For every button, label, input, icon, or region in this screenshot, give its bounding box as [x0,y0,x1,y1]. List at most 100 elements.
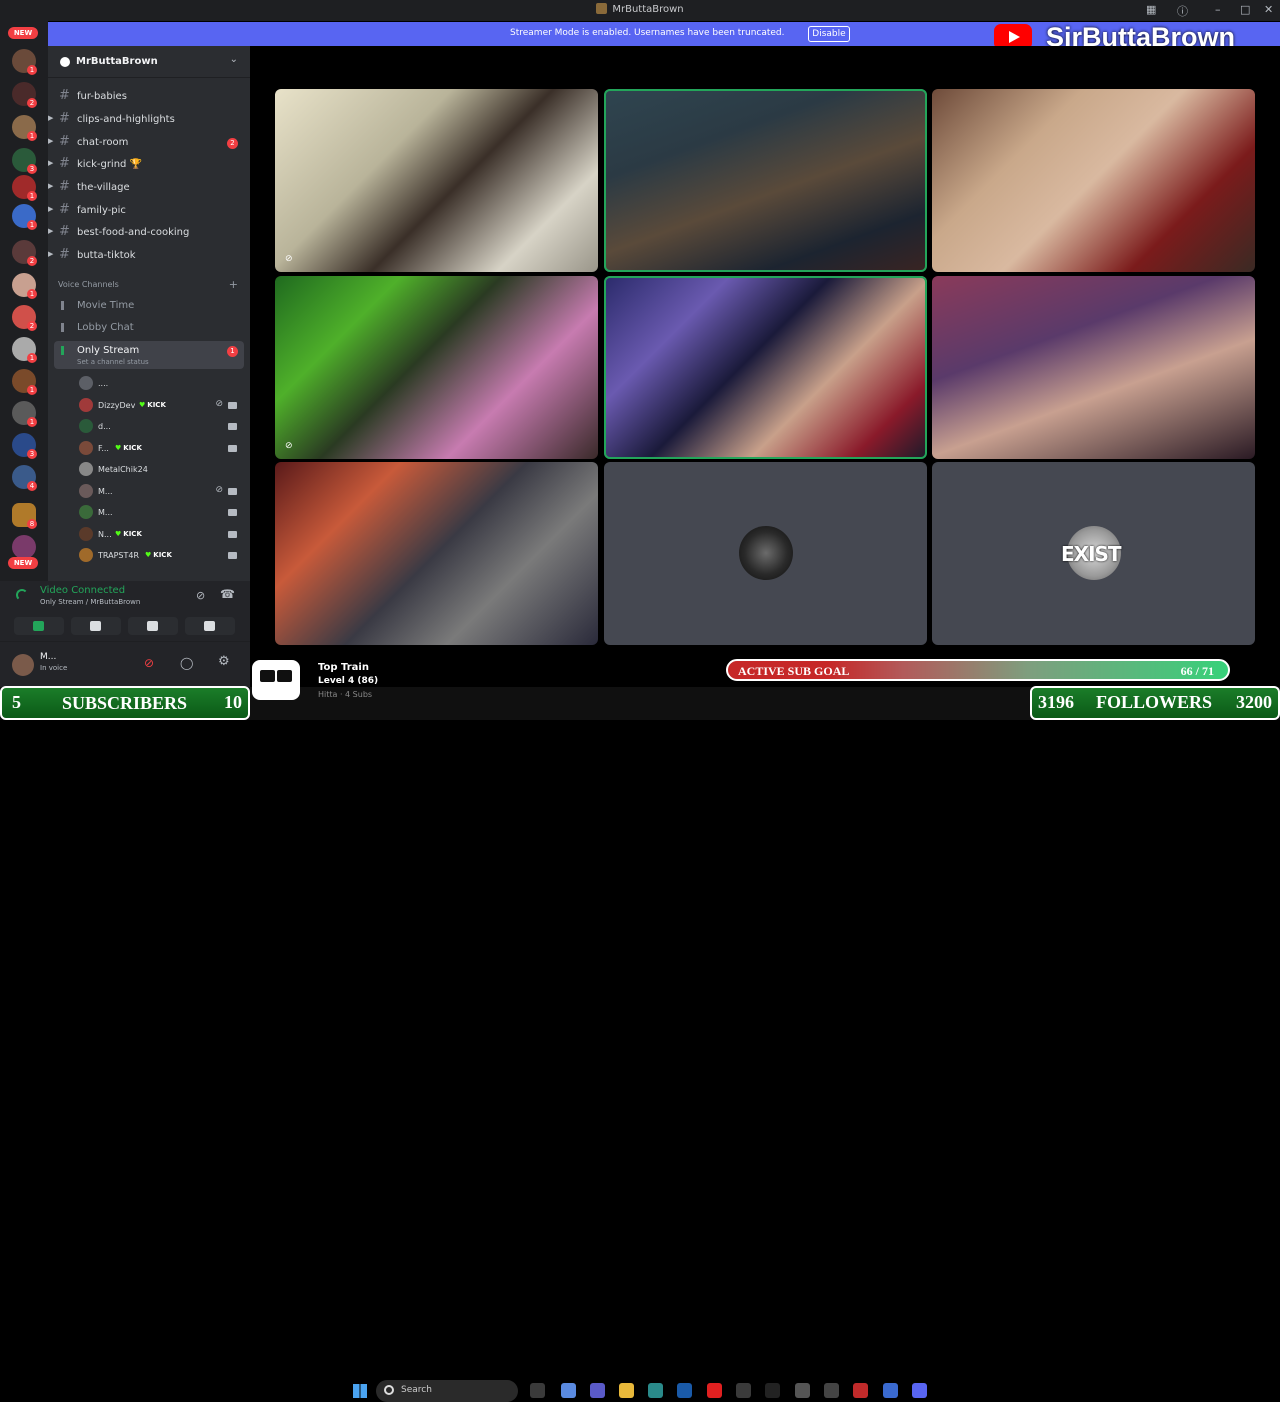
voice-user[interactable]: M... ⊘ [75,481,245,501]
video-tile[interactable] [932,276,1255,459]
avatar[interactable] [12,654,34,676]
maximize-icon[interactable]: □ [1240,3,1250,16]
arrow-right-icon: ▶ [48,250,54,258]
video-tile[interactable] [932,89,1255,272]
kick-tag: KICK [115,530,142,538]
screen-share-button[interactable] [71,617,121,635]
hash-icon: # [59,179,70,194]
terminal-icon[interactable] [736,1383,751,1398]
gear-icon[interactable]: ⚙ [218,654,230,669]
obs-icon[interactable] [795,1383,810,1398]
guild-header[interactable]: MrButtaBrown ⌄ [48,46,250,78]
teams-icon[interactable] [590,1383,605,1398]
video-tile[interactable] [604,276,927,459]
avatar [79,462,93,476]
voice-user[interactable]: MetalChik24 [75,459,245,479]
inbox-icon[interactable]: ▦ [1146,3,1156,16]
headphones-icon[interactable]: ◯ [180,656,193,670]
discord-icon[interactable] [912,1383,927,1398]
help-icon[interactable]: ⓘ [1177,3,1188,19]
sub-goal-bar: ACTIVE SUB GOAL 66 / 71 [726,659,1230,681]
camera-icon [228,531,237,538]
edge-icon[interactable] [648,1383,663,1398]
voice-user[interactable]: .... [75,373,245,393]
window-title-text: MrButtaBrown [612,4,684,15]
soundboard-button[interactable] [185,617,235,635]
copilot-icon[interactable] [561,1383,576,1398]
signal-icon[interactable] [16,589,28,601]
minimize-icon[interactable]: – [1215,3,1221,16]
voice-channel-only-stream[interactable]: Only Stream Set a channel status 1 [54,341,244,369]
followers-current: 3196 [1038,692,1074,712]
app-icon[interactable] [883,1383,898,1398]
disable-streamer-mode-button[interactable]: Disable [808,26,850,42]
video-tile[interactable] [275,462,598,645]
voice-user[interactable]: DizzyDevKICK ⊘ [75,395,245,415]
soundboard-icon [204,621,215,631]
cod-icon[interactable] [824,1383,839,1398]
camera-icon [228,552,237,559]
muted-icon: ⊘ [215,485,223,495]
video-tile[interactable]: ⊘ [275,89,598,272]
taskbar-search[interactable]: Search [376,1380,518,1402]
noise-suppression-icon[interactable]: ⊘ [196,589,205,602]
camera-icon [228,509,237,516]
channel-label: best-food-and-cooking [77,227,190,238]
server-badge: 1 [27,353,37,363]
hash-icon: # [59,111,70,126]
close-icon[interactable]: ✕ [1264,3,1273,16]
voice-channels-header[interactable]: Voice Channels [58,280,119,289]
channel-chat-room[interactable]: ▶ # chat-room 2 [48,133,244,153]
arrow-right-icon: ▶ [48,137,54,145]
task-view-icon[interactable] [530,1383,545,1398]
youtube-icon[interactable] [707,1383,722,1398]
activities-button[interactable] [128,617,178,635]
subs-label: SUBSCRIBERS [62,693,188,713]
channel-fur-babies[interactable]: # fur-babies [54,87,244,107]
camera-button[interactable] [14,617,64,635]
app-icon[interactable] [853,1383,868,1398]
channel-status[interactable]: Set a channel status [77,358,149,366]
voice-user[interactable]: TRAPST4R KICK [75,545,245,565]
server-badge: 2 [27,256,37,266]
avatar-tile[interactable]: EXIST [932,462,1255,645]
voice-channel-lobby-chat[interactable]: Lobby Chat [54,318,244,338]
file-explorer-icon[interactable] [619,1383,634,1398]
followers-target: 3200 [1236,692,1272,712]
arrow-right-icon: ▶ [48,182,54,190]
avatar-tile[interactable] [604,462,927,645]
mic-muted-icon[interactable]: ⊘ [144,656,154,670]
voice-user-name: d... [98,422,111,431]
voice-user[interactable]: M... [75,502,245,522]
chevron-down-icon[interactable]: ⌄ [230,54,238,65]
voice-location[interactable]: Only Stream / MrButtaBrown [40,598,140,606]
tiktok-icon[interactable] [765,1383,780,1398]
hash-icon: # [59,202,70,217]
channel-butta-tiktok[interactable]: ▶ # butta-tiktok [48,246,244,266]
subscriber-goal-box: 5 SUBSCRIBERS 10 [0,686,250,720]
store-icon[interactable] [677,1383,692,1398]
voice-user[interactable]: d... [75,416,245,436]
channel-kick-grind[interactable]: ▶ # kick-grind 🏆 [48,155,244,175]
video-tile[interactable] [604,89,927,272]
arrow-right-icon: ▶ [48,114,54,122]
voice-channel-movie-time[interactable]: Movie Time [54,296,244,316]
windows-start-icon[interactable] [353,1384,367,1398]
sub-goal-value: 66 / 71 [1180,664,1214,678]
speaker-icon [61,346,70,355]
voice-user[interactable]: F... KICK [75,438,245,458]
channel-clips-and-highlights[interactable]: ▶ # clips-and-highlights [48,110,244,130]
disconnect-icon[interactable]: ☎ [220,587,235,601]
server-icon[interactable] [12,535,36,559]
voice-user[interactable]: N...KICK [75,524,245,544]
voice-status: Video Connected [40,585,126,596]
video-tile[interactable]: ⊘ [275,276,598,459]
channel-label: family-pic [77,205,126,216]
channel-family-pic[interactable]: ▶ # family-pic [48,201,244,221]
channel-the-village[interactable]: ▶ # the-village [48,178,244,198]
hash-icon: # [59,134,70,149]
add-channel-icon[interactable]: + [229,278,238,291]
server-list: NEW 1 2 1 3 1 1 2 1 2 1 1 1 3 4 8 NEW [0,21,48,581]
voice-channel-label: Lobby Chat [77,322,134,333]
channel-best-food-and-cooking[interactable]: ▶ # best-food-and-cooking [48,223,244,243]
